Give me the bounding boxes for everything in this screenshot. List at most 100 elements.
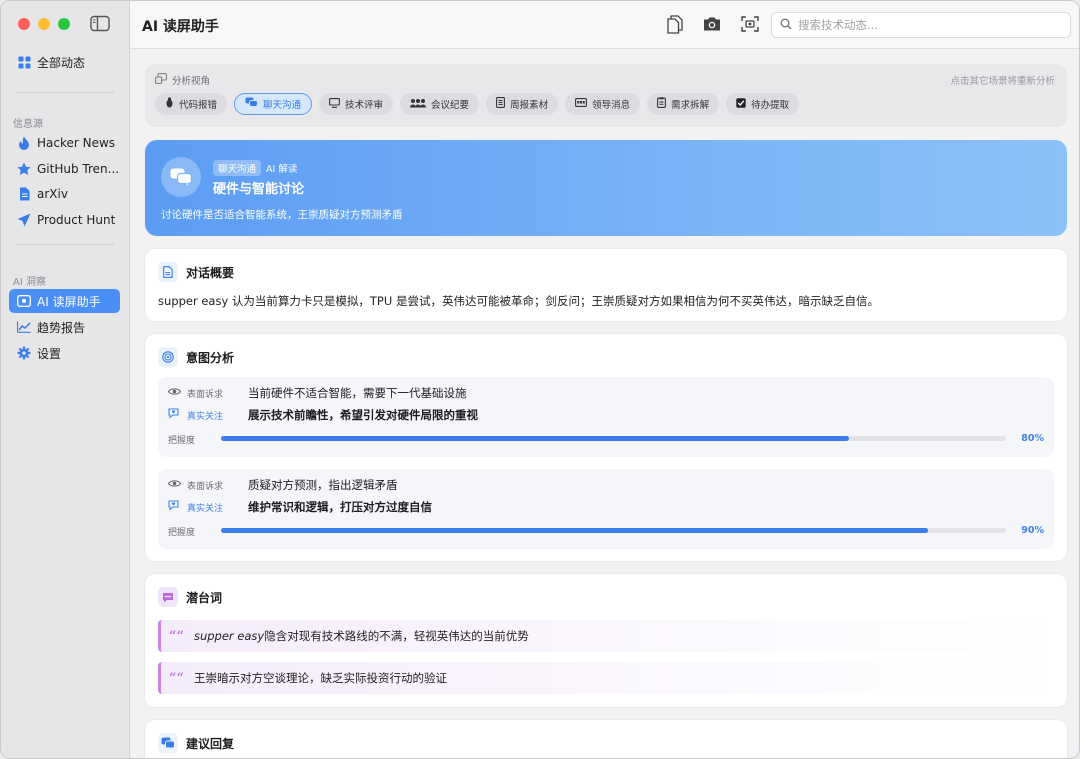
copy-document-icon[interactable] — [664, 14, 686, 34]
intent-real-text: 维护常识和逻辑，打压对方过度自信 — [248, 500, 432, 514]
confidence-bar — [221, 528, 1006, 533]
perspective-panel: 分析视角 点击其它场景将重新分析 代码报错 聊天沟通 技术评审 会议纪要 周报素… — [145, 64, 1067, 127]
sidebar-item-arxiv[interactable]: arXiv — [9, 182, 120, 206]
subtext-item: ““ 王崇暗示对方空谈理论，缺乏实际投资行动的验证 — [158, 662, 1054, 694]
sidebar-item-label: GitHub Tren... — [37, 162, 120, 176]
speech-ellipsis-icon — [158, 587, 178, 607]
perspective-icon — [155, 73, 167, 87]
summary-card: 对话概要 supper easy 认为当前算力卡只是模拟，TPU 是尝试，英伟达… — [145, 249, 1067, 321]
chip-label: 需求拆解 — [671, 100, 710, 111]
quote-icon: ““ — [169, 670, 184, 686]
flame-icon — [17, 136, 31, 150]
sidebar-item-hacker-news[interactable]: Hacker News — [9, 131, 120, 155]
confidence-bar — [221, 436, 1006, 441]
intent-item: 表面诉求 当前硬件不适合智能，需要下一代基础设施 真实关注 展示技术前瞻性，希望… — [158, 377, 1054, 457]
sidebar-item-ai-screen-reader[interactable]: AI 读屏助手 — [9, 289, 120, 313]
search-input[interactable] — [798, 18, 1058, 32]
chip-label: 周报素材 — [510, 100, 549, 111]
toolbar: AI 读屏助手 — [130, 1, 1079, 49]
chart-line-icon — [17, 320, 31, 334]
camera-icon[interactable] — [701, 14, 723, 34]
hero-tag: 聊天沟通 AI 解读 — [213, 160, 297, 176]
result-hero-banner: 聊天沟通 AI 解读 硬件与智能讨论 讨论硬件是否适合智能系统，王崇质疑对方预测… — [145, 140, 1067, 236]
chip-tech-review[interactable]: 技术评审 — [319, 93, 394, 115]
confidence-bar-fill — [221, 436, 849, 441]
sidebar-item-settings[interactable]: 设置 — [9, 341, 120, 365]
document-icon — [158, 262, 178, 282]
real-label-text: 真实关注 — [187, 411, 224, 422]
search-icon — [780, 18, 792, 33]
perspective-chips: 代码报错 聊天沟通 技术评审 会议纪要 周报素材 领导消息 需求拆解 待办提取 — [155, 93, 800, 115]
subtext-card: 潜台词 ““ supper easy 隐含对现有技术路线的不满，轻视英伟达的当前… — [145, 574, 1067, 707]
chip-chat[interactable]: 聊天沟通 — [234, 93, 313, 115]
intent-header: 意图分析 — [158, 347, 234, 367]
sidebar-item-all-feeds[interactable]: 全部动态 — [9, 50, 120, 74]
surface-label: 表面诉求 — [167, 479, 248, 492]
content-scroll[interactable]: 分析视角 点击其它场景将重新分析 代码报错 聊天沟通 技术评审 会议纪要 周报素… — [130, 50, 1079, 758]
subtext-title: 潜台词 — [186, 590, 223, 605]
real-label: 真实关注 — [168, 500, 248, 514]
confidence-label: 把握度 — [168, 436, 196, 446]
section-label-ai-insights: AI 洞察 — [13, 277, 46, 288]
screen-reader-icon — [17, 294, 31, 308]
surface-label-text: 表面诉求 — [187, 481, 224, 492]
chip-requirement-breakdown[interactable]: 需求拆解 — [647, 93, 720, 115]
chip-leader-message[interactable]: 领导消息 — [565, 93, 641, 115]
subtext-header: 潜台词 — [158, 587, 222, 607]
sidebar-item-github-trending[interactable]: GitHub Tren... — [9, 157, 120, 181]
intent-surface-text: 当前硬件不适合智能，需要下一代基础设施 — [248, 386, 467, 400]
summary-text: supper easy 认为当前算力卡只是模拟，TPU 是尝试，英伟达可能被革命… — [158, 294, 879, 308]
real-label: 真实关注 — [168, 408, 248, 422]
intent-real-row: 真实关注 展示技术前瞻性，希望引发对硬件局限的重视 — [168, 407, 478, 423]
chip-label: 聊天沟通 — [263, 100, 302, 111]
newspaper-icon — [496, 97, 506, 111]
surface-label-text: 表面诉求 — [187, 389, 224, 400]
zoom-window-button[interactable] — [58, 18, 70, 30]
sidebar-item-label: 设置 — [37, 346, 62, 361]
page-title: AI 读屏助手 — [142, 19, 219, 35]
sidebar-item-label: arXiv — [37, 187, 68, 201]
star-icon — [17, 162, 31, 176]
target-icon — [158, 347, 178, 367]
intent-card: 意图分析 表面诉求 当前硬件不适合智能，需要下一代基础设施 真实关注 展示技术前… — [145, 334, 1067, 561]
close-window-button[interactable] — [18, 18, 30, 30]
chip-label: 待办提取 — [751, 100, 790, 111]
sidebar-item-product-hunt[interactable]: Product Hunt — [9, 208, 120, 232]
subtext-item: ““ supper easy 隐含对现有技术路线的不满，轻视英伟达的当前优势 — [158, 620, 1054, 652]
confidence-bar-fill — [221, 528, 928, 533]
chip-label: 代码报错 — [179, 100, 218, 111]
clipboard-icon — [657, 97, 667, 111]
monitor-icon — [329, 97, 340, 111]
chip-meeting-notes[interactable]: 会议纪要 — [400, 93, 480, 115]
chat-heart-icon — [168, 500, 181, 514]
paper-plane-icon — [17, 213, 31, 227]
surface-label: 表面诉求 — [167, 387, 248, 400]
chip-label: 技术评审 — [345, 100, 384, 111]
quote-icon: ““ — [169, 628, 184, 644]
perspective-hint: 点击其它场景将重新分析 — [950, 76, 1055, 87]
chip-code-error[interactable]: 代码报错 — [155, 93, 228, 115]
confidence-value: 90% — [1021, 525, 1044, 536]
chat-bubbles-icon — [158, 733, 178, 753]
minimize-window-button[interactable] — [38, 18, 50, 30]
chip-todo-extract[interactable]: 待办提取 — [726, 93, 800, 115]
screenshot-capture-icon[interactable] — [739, 14, 761, 34]
intent-surface-row: 表面诉求 质疑对方预测，指出逻辑矛盾 — [167, 477, 398, 493]
search-field[interactable] — [771, 12, 1071, 38]
subtext-lead: supper easy — [193, 629, 265, 643]
divider — [15, 92, 114, 93]
sidebar-toggle-icon[interactable] — [90, 15, 110, 32]
sidebar-item-trend-report[interactable]: 趋势报告 — [9, 315, 120, 339]
chip-weekly-report[interactable]: 周报素材 — [486, 93, 559, 115]
message-box-icon — [575, 98, 588, 110]
intent-item: 表面诉求 质疑对方预测，指出逻辑矛盾 真实关注 维护常识和逻辑，打压对方过度自信… — [158, 469, 1054, 549]
intent-real-text: 展示技术前瞻性，希望引发对硬件局限的重视 — [248, 408, 478, 422]
section-label-sources: 信息源 — [13, 119, 43, 130]
window-controls — [18, 18, 70, 30]
chip-label: 领导消息 — [592, 100, 631, 111]
hero-title: 硬件与智能讨论 — [213, 182, 305, 197]
sidebar-item-label: 全部动态 — [37, 55, 86, 70]
chat-bubbles-icon — [245, 97, 259, 111]
eye-icon — [167, 387, 182, 399]
chat-bubbles-icon — [161, 157, 201, 197]
